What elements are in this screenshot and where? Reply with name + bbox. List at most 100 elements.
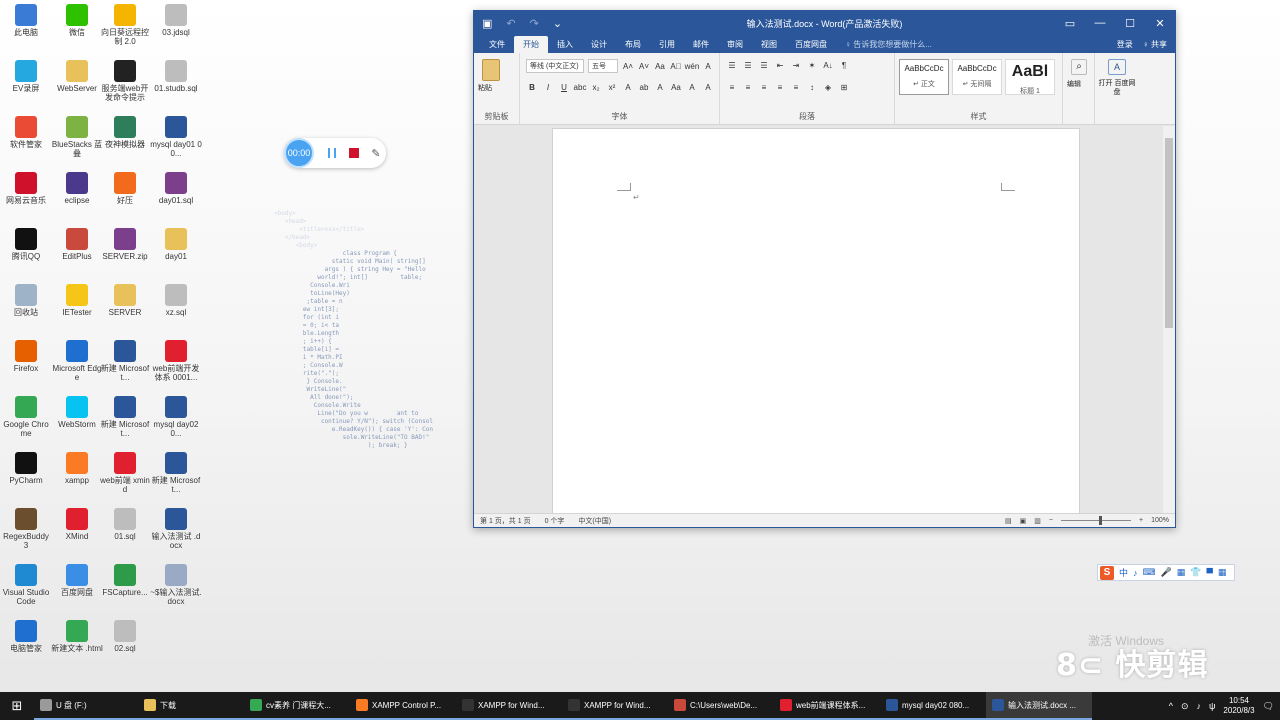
share-button[interactable]: ♀ 共享 — [1143, 39, 1167, 50]
taskbar-item[interactable]: cv素养 门课程大... — [244, 692, 350, 720]
desktop-icon[interactable]: 新建 Microsoft... — [99, 340, 151, 382]
font-format-button[interactable]: A — [622, 81, 634, 93]
font-format-button[interactable]: ab — [638, 81, 650, 93]
desktop-icon[interactable]: EV录屏 — [0, 60, 52, 93]
font-format-button[interactable]: A — [702, 81, 714, 93]
desktop-icon[interactable]: 腾讯QQ — [0, 228, 52, 261]
tab-1[interactable]: 开始 — [514, 36, 548, 53]
start-button[interactable]: ⊞ — [0, 698, 34, 714]
desktop-icon[interactable]: RegexBuddy 3 — [0, 508, 52, 550]
open-netdisk-label[interactable]: 打开 百度网盘 — [1097, 79, 1137, 97]
desktop-icon[interactable]: 新建 Microsoft... — [99, 396, 151, 438]
desktop-icon[interactable]: 01.sql — [99, 508, 151, 541]
vertical-scrollbar[interactable] — [1163, 126, 1175, 513]
clock[interactable]: 10:54 2020/8/3 — [1223, 696, 1254, 716]
ime-tool-icon[interactable]: 👕 — [1190, 567, 1201, 578]
undo-icon[interactable]: ↶ — [506, 17, 515, 30]
ime-tool-icon[interactable]: ♪ — [1133, 568, 1138, 578]
desktop-icon[interactable]: EditPlus — [51, 228, 103, 261]
zoom-out-button[interactable]: − — [1049, 517, 1053, 524]
taskbar-item[interactable]: web前端课程体系... — [774, 692, 880, 720]
desktop-icon[interactable]: Google Chrome — [0, 396, 52, 438]
desktop-icon[interactable]: 此电脑 — [0, 4, 52, 37]
desktop-icon[interactable]: web前端 xmind — [99, 452, 151, 494]
font-format-button[interactable]: Aa — [670, 81, 682, 93]
tab-5[interactable]: 引用 — [650, 36, 684, 53]
desktop-icon[interactable]: 新建 Microsoft... — [150, 452, 202, 494]
paragraph-tool-button[interactable]: ☰ — [726, 59, 738, 71]
print-layout-icon[interactable]: ▣ — [1020, 517, 1027, 525]
desktop-icon[interactable]: 夜神模拟器 — [99, 116, 151, 149]
sogou-logo-icon[interactable]: S — [1100, 565, 1114, 580]
volume-icon[interactable]: ♪ — [1197, 701, 1202, 711]
paragraph-tool-button[interactable]: ⇤ — [774, 59, 786, 71]
minimize-button[interactable]: — — [1085, 17, 1115, 30]
annotate-pen-button[interactable]: ✎ — [366, 143, 386, 163]
alignment-button[interactable]: ◈ — [822, 81, 834, 93]
desktop-icon[interactable]: 好压 — [99, 172, 151, 205]
alignment-button[interactable]: ≡ — [790, 81, 802, 93]
search-icon[interactable]: ⌕ — [1071, 59, 1087, 75]
pause-recording-button[interactable] — [322, 143, 342, 163]
font-tool-button[interactable]: A — [702, 60, 714, 72]
font-tool-button[interactable]: A˅ — [638, 60, 650, 72]
desktop-icon[interactable]: ~$输入法测试.docx — [150, 564, 202, 606]
tab-9[interactable]: 百度网盘 — [786, 36, 836, 53]
taskbar-item[interactable]: U 盘 (F:) — [34, 692, 138, 720]
alignment-button[interactable]: ≡ — [758, 81, 770, 93]
input-method-icon[interactable]: ψ — [1209, 701, 1215, 711]
ime-tool-icon[interactable]: ▦ — [1177, 567, 1186, 578]
desktop-icon[interactable]: SERVER.zip — [99, 228, 151, 261]
font-format-button[interactable]: I — [542, 81, 554, 93]
tab-0[interactable]: 文件 — [480, 36, 514, 53]
desktop-icon[interactable]: XMind — [51, 508, 103, 541]
paragraph-tool-button[interactable]: A↓ — [822, 59, 834, 71]
desktop-icon[interactable]: 网易云音乐 — [0, 172, 52, 205]
paste-label[interactable]: 粘贴 — [478, 83, 492, 93]
ime-tool-icon[interactable]: 🎤 — [1161, 567, 1172, 578]
paste-icon[interactable] — [482, 59, 500, 81]
desktop-icon[interactable]: SERVER — [99, 284, 151, 317]
desktop-icon[interactable]: IETester — [51, 284, 103, 317]
paragraph-tool-button[interactable]: ¶ — [838, 59, 850, 71]
network-icon[interactable]: ⊙ — [1181, 701, 1189, 712]
paragraph-tool-button[interactable]: ✶ — [806, 59, 818, 71]
desktop-icon[interactable]: 回收站 — [0, 284, 52, 317]
zoom-level[interactable]: 100% — [1151, 517, 1169, 524]
desktop-icon[interactable]: eclipse — [51, 172, 103, 205]
style-gallery-item[interactable]: AaBbCcDc ↵ 正文 — [899, 59, 949, 95]
font-format-button[interactable]: abc — [574, 81, 587, 93]
taskbar-item[interactable]: 输入法测试.docx ... — [986, 692, 1092, 720]
tell-me-box[interactable]: ♀ 告诉我您想要做什么... — [836, 36, 941, 53]
notification-icon[interactable]: 🗨 — [1263, 701, 1274, 712]
word-count[interactable]: 0 个字 — [545, 516, 565, 526]
desktop-icon[interactable]: mysql day02 0... — [150, 396, 202, 438]
tab-8[interactable]: 视图 — [752, 36, 786, 53]
style-gallery-item[interactable]: AaBbCcDc ↵ 无间隔 — [952, 59, 1002, 95]
font-format-button[interactable]: A — [654, 81, 666, 93]
redo-icon[interactable]: ↷ — [530, 17, 539, 30]
desktop-icon[interactable]: WebServer — [51, 60, 103, 93]
font-format-button[interactable]: x₂ — [590, 81, 602, 93]
desktop-icon[interactable]: 电脑管家 — [0, 620, 52, 653]
font-format-button[interactable]: x² — [606, 81, 618, 93]
desktop-icon[interactable]: 02.sql — [99, 620, 151, 653]
desktop-icon[interactable]: mysql day01 00... — [150, 116, 202, 158]
font-format-button[interactable]: A — [686, 81, 698, 93]
font-tool-button[interactable]: A˄ — [622, 60, 634, 72]
sign-in-link[interactable]: 登录 — [1117, 39, 1133, 50]
paragraph-tool-button[interactable]: ⇥ — [790, 59, 802, 71]
desktop-icon[interactable]: Visual Studio Code — [0, 564, 52, 606]
desktop-icon[interactable]: PyCharm — [0, 452, 52, 485]
font-format-button[interactable]: U — [558, 81, 570, 93]
show-hidden-icons-icon[interactable]: ^ — [1169, 701, 1173, 711]
desktop-icon[interactable]: 软件管家 — [0, 116, 52, 149]
tab-4[interactable]: 布局 — [616, 36, 650, 53]
alignment-button[interactable]: ≡ — [726, 81, 738, 93]
taskbar-item[interactable]: XAMPP for Wind... — [562, 692, 668, 720]
ribbon-display-options-button[interactable]: ▭ — [1055, 17, 1085, 30]
save-icon[interactable]: ▣ — [482, 17, 492, 30]
customize-qat-icon[interactable]: ⌄ — [553, 17, 562, 30]
font-name-select[interactable]: 等线 (中文正文) — [526, 59, 584, 73]
document-page[interactable]: ↵ — [552, 128, 1080, 518]
